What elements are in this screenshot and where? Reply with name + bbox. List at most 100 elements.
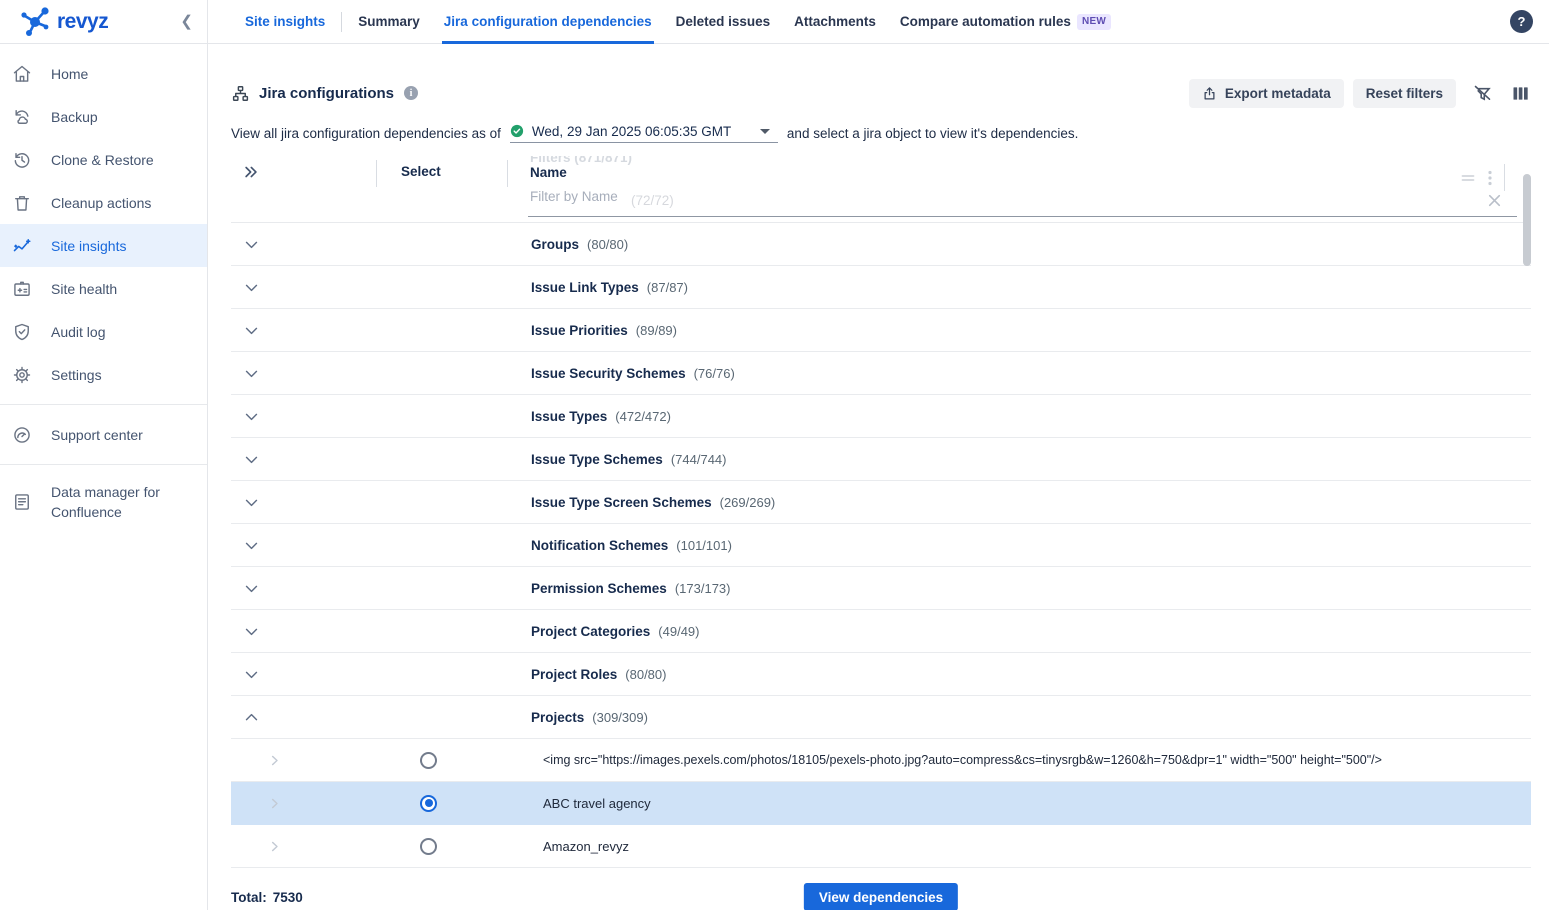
group-name: Groups — [531, 237, 579, 252]
config-group-row[interactable]: Project Categories (49/49) — [231, 610, 1531, 653]
table-header: Filters (871/871) Select Name (72/72) — [231, 156, 1531, 223]
column-more-icon[interactable] — [1488, 170, 1492, 186]
project-row[interactable]: ABC travel agency — [231, 782, 1531, 825]
tab-compare-automation-rules[interactable]: Compare automation rules NEW — [900, 0, 1111, 44]
config-group-row[interactable]: Permission Schemes (173/173) — [231, 567, 1531, 610]
project-row[interactable]: Amazon_revyz — [231, 825, 1531, 868]
sidebar-item-backup[interactable]: Backup — [0, 95, 207, 138]
project-radio[interactable] — [420, 838, 437, 855]
reset-filters-button[interactable]: Reset filters — [1353, 79, 1456, 108]
view-dependencies-button[interactable]: View dependencies — [804, 883, 958, 910]
tab-label: Compare automation rules — [900, 14, 1071, 29]
chevron-down-icon[interactable] — [243, 322, 260, 339]
group-name: Notification Schemes — [531, 538, 668, 553]
chevron-right-icon[interactable] — [267, 796, 282, 811]
group-count: (80/80) — [625, 667, 666, 682]
home-icon — [11, 63, 33, 85]
chevron-down-icon — [760, 129, 770, 134]
app-window: revyz ❮ Home Backup Clone & Restore Clea… — [0, 0, 1549, 910]
columns-icon[interactable] — [1510, 83, 1531, 104]
chevron-down-icon[interactable] — [243, 580, 260, 597]
group-count: (101/101) — [676, 538, 732, 553]
check-circle-icon — [510, 124, 524, 138]
group-count: (269/269) — [720, 495, 776, 510]
filter-by-name-input[interactable] — [530, 189, 1222, 204]
description-row: View all jira configuration dependencies… — [231, 121, 1531, 145]
snapshot-date-select[interactable]: Wed, 29 Jan 2025 06:05:35 GMT — [510, 124, 778, 143]
breadcrumb-site-insights[interactable]: Site insights — [245, 14, 325, 29]
group-name: Issue Type Screen Schemes — [531, 495, 712, 510]
config-group-row[interactable]: Groups (80/80) — [231, 223, 1531, 266]
project-name: Amazon_revyz — [543, 839, 629, 854]
config-group-row[interactable]: Issue Types (472/472) — [231, 395, 1531, 438]
sidebar-item-label: Site insights — [51, 236, 126, 256]
expand-all-icon[interactable] — [242, 163, 260, 181]
config-group-row[interactable]: Projects (309/309) — [231, 696, 1531, 739]
sidebar-item-data-manager-confluence[interactable]: Data manager for Confluence — [0, 473, 207, 531]
chevron-down-icon[interactable] — [243, 623, 260, 640]
chevron-right-icon[interactable] — [267, 839, 282, 854]
info-icon[interactable]: i — [404, 86, 418, 100]
tab-summary[interactable]: Summary — [358, 0, 420, 44]
sidebar-item-clone-restore[interactable]: Clone & Restore — [0, 138, 207, 181]
config-group-row[interactable]: Issue Type Schemes (744/744) — [231, 438, 1531, 481]
tab-jira-configuration-dependencies[interactable]: Jira configuration dependencies — [444, 0, 652, 44]
help-icon[interactable]: ? — [1510, 10, 1533, 33]
sidebar-item-home[interactable]: Home — [0, 52, 207, 95]
project-radio[interactable] — [420, 795, 437, 812]
chevron-down-icon[interactable] — [243, 408, 260, 425]
group-count: (309/309) — [592, 710, 648, 725]
sidebar-item-settings[interactable]: Settings — [0, 353, 207, 396]
chevron-right-icon[interactable] — [267, 753, 282, 768]
project-radio[interactable] — [420, 752, 437, 769]
description-suffix: and select a jira object to view it's de… — [787, 126, 1079, 141]
clear-filter-icon[interactable] — [1486, 192, 1503, 209]
chevron-down-icon[interactable] — [243, 451, 260, 468]
group-count: (472/472) — [615, 409, 671, 424]
sidebar-item-cleanup-actions[interactable]: Cleanup actions — [0, 181, 207, 224]
group-name: Issue Security Schemes — [531, 366, 686, 381]
sidebar-item-site-health[interactable]: Site health — [0, 267, 207, 310]
tab-label: Summary — [358, 14, 420, 29]
health-card-icon — [11, 278, 33, 300]
gear-icon — [11, 364, 33, 386]
sidebar-nav: Home Backup Clone & Restore Cleanup acti… — [0, 44, 207, 531]
insights-icon — [11, 235, 33, 257]
hierarchy-icon — [231, 84, 250, 103]
chevron-down-icon[interactable] — [243, 709, 260, 726]
sidebar-item-label: Home — [51, 64, 88, 84]
group-name: Issue Link Types — [531, 280, 639, 295]
view-dependencies-label: View dependencies — [819, 890, 943, 905]
group-count: (744/744) — [671, 452, 727, 467]
group-count: (80/80) — [587, 237, 628, 252]
chevron-down-icon[interactable] — [243, 494, 260, 511]
config-group-row[interactable]: Notification Schemes (101/101) — [231, 524, 1531, 567]
config-group-row[interactable]: Issue Security Schemes (76/76) — [231, 352, 1531, 395]
tab-attachments[interactable]: Attachments — [794, 0, 876, 44]
table-footer: Total: 7530 View dependencies — [231, 882, 1531, 910]
chevron-down-icon[interactable] — [243, 537, 260, 554]
sidebar-item-site-insights[interactable]: Site insights — [0, 224, 207, 267]
sidebar-item-audit-log[interactable]: Audit log — [0, 310, 207, 353]
vertical-scrollbar[interactable] — [1523, 174, 1531, 266]
export-metadata-button[interactable]: Export metadata — [1189, 79, 1344, 108]
config-group-row[interactable]: Issue Type Screen Schemes (269/269) — [231, 481, 1531, 524]
column-divider — [1504, 164, 1505, 191]
group-name: Issue Type Schemes — [531, 452, 663, 467]
chevron-down-icon[interactable] — [243, 279, 260, 296]
config-group-row[interactable]: Project Roles (80/80) — [231, 653, 1531, 696]
group-name: Issue Priorities — [531, 323, 628, 338]
chevron-down-icon[interactable] — [243, 666, 260, 683]
sidebar-item-support-center[interactable]: Support center — [0, 413, 207, 456]
column-filter-icon[interactable] — [1460, 170, 1476, 186]
config-group-row[interactable]: Issue Link Types (87/87) — [231, 266, 1531, 309]
chevron-down-icon[interactable] — [243, 236, 260, 253]
config-group-row[interactable]: Issue Priorities (89/89) — [231, 309, 1531, 352]
chevron-down-icon[interactable] — [243, 365, 260, 382]
sidebar-collapse-icon[interactable]: ❮ — [180, 14, 193, 29]
project-row[interactable]: <img src="https://images.pexels.com/phot… — [231, 739, 1531, 782]
total-value: 7530 — [273, 890, 303, 905]
filter-off-icon[interactable] — [1472, 83, 1493, 104]
tab-deleted-issues[interactable]: Deleted issues — [676, 0, 771, 44]
group-count: (49/49) — [658, 624, 699, 639]
